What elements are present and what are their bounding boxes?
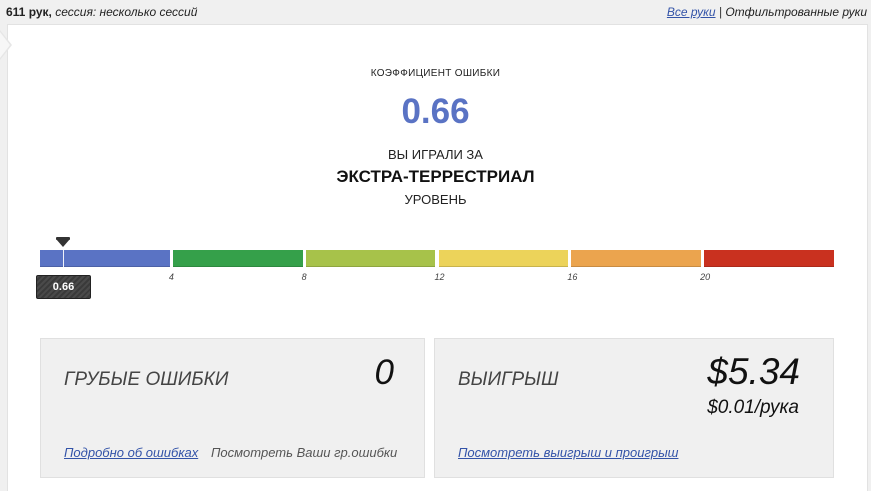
current-value-badge: 0.66 [36, 275, 91, 299]
winnings-per-hand: $0.01/рука [707, 397, 799, 418]
blunders-label: ГРУБЫЕ ОШИБКИ [64, 369, 229, 390]
scale-segment [172, 250, 303, 267]
scale-segment [40, 250, 170, 267]
hands-count: 611 рук, [6, 5, 52, 19]
top-bar: 611 рук, сессия: несколько сессий Все ру… [0, 0, 871, 24]
scale-tick-label: 4 [168, 272, 174, 282]
scale-segment [305, 250, 436, 267]
error-rate-scale [40, 250, 834, 267]
hands-filter: Все руки | Отфильтрованные руки [667, 5, 867, 19]
scale-tick-label: 20 [700, 272, 711, 282]
session-summary: 611 рук, сессия: несколько сессий [6, 5, 197, 19]
scale-segment [438, 250, 569, 267]
winnings-card: ВЫИГРЫШ $5.34 $0.01/рука Посмотреть выиг… [434, 338, 834, 478]
blunders-card: ГРУБЫЕ ОШИБКИ 0 Подробно об ошибках Посм… [40, 338, 425, 478]
current-value-line [63, 248, 64, 268]
all-hands-link[interactable]: Все руки [667, 5, 716, 19]
blunders-details-link[interactable]: Подробно об ошибках [64, 445, 198, 460]
winnings-details-link[interactable]: Посмотреть выигрыш и проигрыш [458, 445, 678, 460]
blunders-value: 0 [374, 353, 394, 392]
winnings-label: ВЫИГРЫШ [458, 369, 559, 390]
scale-tick-label: 8 [301, 272, 307, 282]
level-name: ЭКСТРА-ТЕРРЕСТРИАЛ [336, 167, 535, 186]
blunders-hint: Посмотреть Ваши гр.ошибки [211, 445, 398, 460]
filter-separator: | [718, 5, 722, 19]
current-value-marker-icon [56, 239, 70, 247]
scale-tick-label: 16 [567, 272, 578, 282]
winnings-value: $5.34 [707, 351, 800, 392]
scale-segment [571, 250, 702, 267]
error-rate-title: КОЭФФИЦИЕНТ ОШИБКИ [370, 68, 501, 79]
session-info: сессия: несколько сессий [55, 5, 198, 19]
played-at-label: ВЫ ИГРАЛИ ЗА [388, 147, 483, 162]
filtered-hands-label: Отфильтрованные руки [725, 5, 867, 19]
scale-segment [704, 250, 834, 267]
level-suffix: УРОВЕНЬ [404, 192, 467, 207]
error-rate-value: 0.66 [401, 92, 470, 131]
scale-tick-label: 12 [434, 272, 445, 282]
panel-notch-inner [0, 32, 10, 58]
